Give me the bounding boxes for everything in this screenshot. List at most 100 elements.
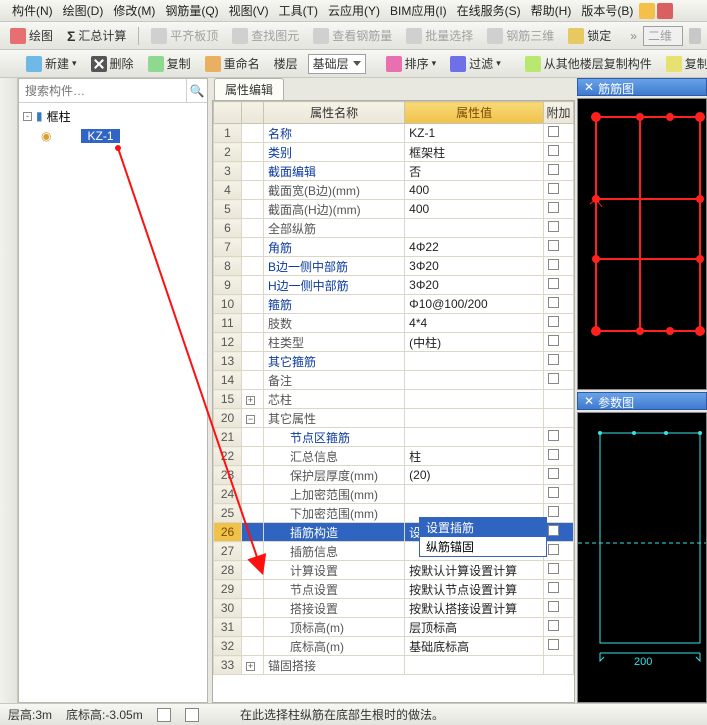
attach-cell[interactable] xyxy=(544,181,574,200)
checkbox[interactable] xyxy=(548,468,559,479)
menu-item[interactable]: 视图(V) xyxy=(225,0,273,21)
rebar-diagram[interactable] xyxy=(577,98,707,390)
checkbox[interactable] xyxy=(548,506,559,517)
table-row[interactable]: 21节点区箍筋 xyxy=(214,428,574,447)
checkbox[interactable] xyxy=(548,525,559,536)
table-row[interactable]: 31顶标高(m)层顶标高 xyxy=(214,618,574,637)
attach-cell[interactable] xyxy=(544,523,574,542)
checkbox[interactable] xyxy=(548,316,559,327)
prop-name[interactable]: 芯柱 xyxy=(264,390,405,409)
sum-calc-button[interactable]: Σ 汇总计算 xyxy=(63,24,130,47)
prop-name[interactable]: H边一侧中部筋 xyxy=(264,276,405,295)
menu-item[interactable]: BIM应用(I) xyxy=(386,0,451,21)
attach-cell[interactable] xyxy=(544,637,574,656)
checkbox[interactable] xyxy=(548,487,559,498)
tab-properties[interactable]: 属性编辑 xyxy=(214,78,284,100)
checkbox[interactable] xyxy=(548,582,559,593)
attach-cell[interactable] xyxy=(544,485,574,504)
prop-name[interactable]: 名称 xyxy=(264,124,405,143)
menu-item[interactable]: 云应用(Y) xyxy=(324,0,384,21)
menu-item[interactable]: 帮助(H) xyxy=(527,0,576,21)
prop-value[interactable] xyxy=(405,219,544,238)
prop-value[interactable]: Φ10@100/200 xyxy=(405,295,544,314)
table-row[interactable]: 13其它箍筋 xyxy=(214,352,574,371)
attach-cell[interactable] xyxy=(544,656,574,675)
attach-cell[interactable] xyxy=(544,333,574,352)
checkbox[interactable] xyxy=(548,126,559,137)
prop-name[interactable]: 截面编辑 xyxy=(264,162,405,181)
checkbox[interactable] xyxy=(548,183,559,194)
table-row[interactable]: 1名称KZ-1 xyxy=(214,124,574,143)
prop-name[interactable]: 肢数 xyxy=(264,314,405,333)
table-row[interactable]: 24上加密范围(mm) xyxy=(214,485,574,504)
attach-cell[interactable] xyxy=(544,162,574,181)
prop-name[interactable]: 计算设置 xyxy=(264,561,405,580)
param-diagram[interactable]: 200 xyxy=(577,412,707,704)
prop-value[interactable]: 基础底标高 xyxy=(405,637,544,656)
search-input[interactable] xyxy=(19,79,186,102)
table-row[interactable]: 12柱类型(中柱) xyxy=(214,333,574,352)
prop-value[interactable] xyxy=(405,428,544,447)
checkbox[interactable] xyxy=(548,620,559,631)
attach-cell[interactable] xyxy=(544,257,574,276)
prop-value[interactable]: 400 xyxy=(405,200,544,219)
table-row[interactable]: 3截面编辑否 xyxy=(214,162,574,181)
attach-cell[interactable] xyxy=(544,580,574,599)
checkbox[interactable] xyxy=(548,544,559,555)
checkbox[interactable] xyxy=(548,601,559,612)
table-row[interactable]: 5截面高(H边)(mm)400 xyxy=(214,200,574,219)
prop-name[interactable]: 底标高(m) xyxy=(264,637,405,656)
copy-member-button[interactable]: 复制构件到其 xyxy=(662,52,707,75)
prop-name[interactable]: 锚固搭接 xyxy=(264,656,405,675)
prop-name[interactable]: 角筋 xyxy=(264,238,405,257)
checkbox[interactable] xyxy=(548,354,559,365)
delete-button[interactable]: 删除 xyxy=(87,52,138,75)
view-rebar-button[interactable]: 查看钢筋量 xyxy=(309,24,396,47)
checkbox[interactable] xyxy=(548,335,559,346)
attach-cell[interactable] xyxy=(544,466,574,485)
layer-combo[interactable]: 基础层 xyxy=(308,54,366,74)
insert-bar-dropdown[interactable]: 设置插筋 纵筋锚固 xyxy=(419,517,547,557)
prop-value[interactable]: KZ-1 xyxy=(405,124,544,143)
prop-name[interactable]: 搭接设置 xyxy=(264,599,405,618)
prop-name[interactable]: 全部纵筋 xyxy=(264,219,405,238)
status-toggle[interactable] xyxy=(185,708,199,722)
member-tree[interactable]: - ▮ 框柱 ◉ KZ-1 xyxy=(19,103,207,702)
attach-cell[interactable] xyxy=(544,599,574,618)
flat-slab-button[interactable]: 平齐板顶 xyxy=(147,24,222,47)
attach-cell[interactable] xyxy=(544,352,574,371)
attach-cell[interactable] xyxy=(544,618,574,637)
copy-from-floor-button[interactable]: 从其他楼层复制构件 xyxy=(521,52,656,75)
prop-name[interactable]: 其它属性 xyxy=(264,409,405,428)
table-row[interactable]: 2类别框架柱 xyxy=(214,143,574,162)
checkbox[interactable] xyxy=(548,240,559,251)
table-row[interactable]: 4截面宽(B边)(mm)400 xyxy=(214,181,574,200)
expand-cell[interactable]: + xyxy=(242,390,264,409)
attach-cell[interactable] xyxy=(544,371,574,390)
checkbox[interactable] xyxy=(548,449,559,460)
dropdown-option[interactable]: 纵筋锚固 xyxy=(420,537,546,556)
close-icon[interactable]: ✕ xyxy=(584,394,594,408)
table-row[interactable]: 28计算设置按默认计算设置计算 xyxy=(214,561,574,580)
prop-name[interactable]: 汇总信息 xyxy=(264,447,405,466)
prop-name[interactable]: 下加密范围(mm) xyxy=(264,504,405,523)
prop-value[interactable]: 400 xyxy=(405,181,544,200)
table-row[interactable]: 10箍筋Φ10@100/200 xyxy=(214,295,574,314)
tree-leaf-kz1[interactable]: KZ-1 xyxy=(81,129,119,143)
checkbox[interactable] xyxy=(548,259,559,270)
prop-value[interactable] xyxy=(405,390,544,409)
prop-value[interactable]: 框架柱 xyxy=(405,143,544,162)
table-row[interactable]: 9H边一侧中部筋3Φ20 xyxy=(214,276,574,295)
attach-cell[interactable] xyxy=(544,561,574,580)
rename-button[interactable]: 重命名 xyxy=(201,52,264,75)
table-row[interactable]: 29节点设置按默认节点设置计算 xyxy=(214,580,574,599)
prop-name[interactable]: 节点区箍筋 xyxy=(264,428,405,447)
draw-button[interactable]: 绘图 xyxy=(6,24,57,47)
table-row[interactable]: 22汇总信息柱 xyxy=(214,447,574,466)
col-value-header[interactable]: 属性值 xyxy=(405,102,544,124)
prop-value[interactable] xyxy=(405,352,544,371)
prop-name[interactable]: B边一侧中部筋 xyxy=(264,257,405,276)
menu-item[interactable]: 修改(M) xyxy=(109,0,159,21)
attach-cell[interactable] xyxy=(544,542,574,561)
filter-button[interactable]: 过滤 ▾ xyxy=(446,52,505,75)
